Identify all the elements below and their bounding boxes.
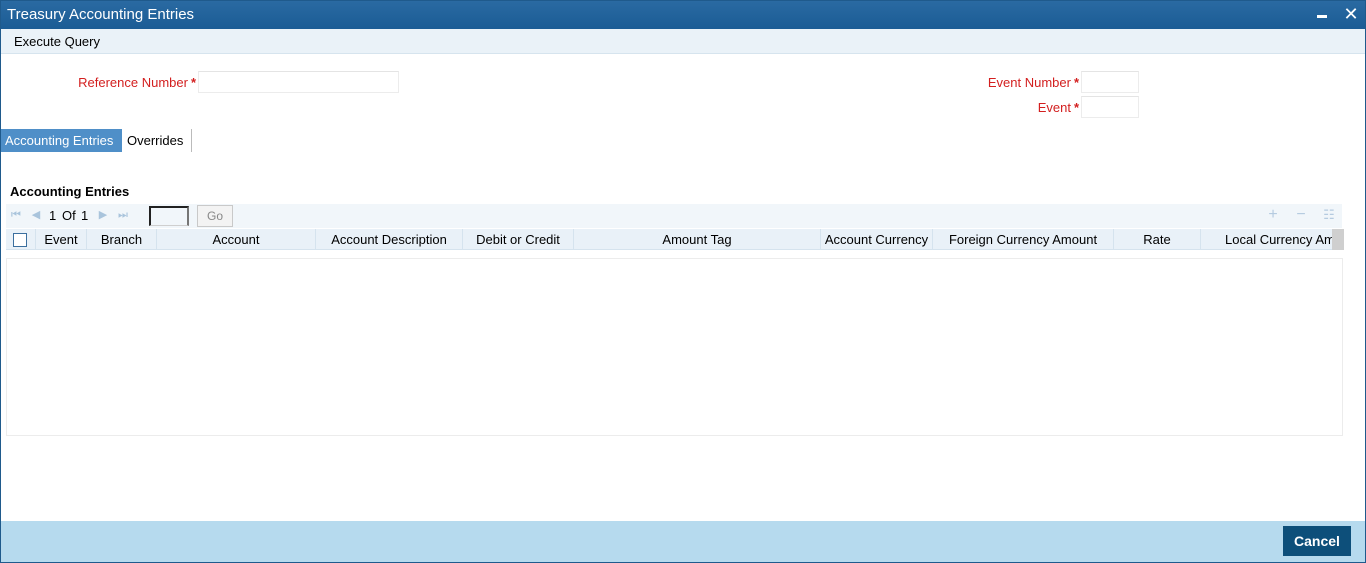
footer-bar: Cancel (1, 521, 1365, 562)
required-marker: * (190, 75, 196, 90)
column-header-account-currency[interactable]: Account Currency (821, 229, 933, 249)
event-label-text: Event (1037, 100, 1071, 115)
column-header-local-currency-amount[interactable]: Local Currency Amount (1213, 229, 1337, 249)
select-all-cell (6, 229, 36, 249)
delete-row-icon[interactable]: − (1293, 207, 1309, 223)
single-view-icon[interactable]: ☷ (1321, 207, 1337, 223)
header-scrollbar-stub[interactable] (1332, 229, 1344, 250)
column-header-branch[interactable]: Branch (87, 229, 157, 249)
reference-number-label: Reference Number * (21, 75, 196, 90)
last-page-icon[interactable]: ⏭ (117, 209, 129, 221)
pager-of-label: Of (62, 208, 76, 223)
required-marker: * (1073, 75, 1079, 90)
page-number-input[interactable] (149, 206, 189, 226)
cancel-button[interactable]: Cancel (1283, 526, 1351, 556)
execute-query-menu-item[interactable]: Execute Query (14, 34, 100, 49)
column-header-amount-tag[interactable]: Amount Tag (574, 229, 821, 249)
close-icon[interactable]: ✕ (1342, 5, 1360, 23)
event-number-label-text: Event Number (987, 75, 1071, 90)
column-header-account-description[interactable]: Account Description (316, 229, 463, 249)
grid-body (6, 258, 1343, 436)
reference-number-input[interactable] (198, 71, 399, 93)
current-page: 1 (49, 208, 57, 223)
column-header-foreign-currency-amount[interactable]: Foreign Currency Amount (933, 229, 1114, 249)
title-bar: Treasury Accounting Entries ✕ (1, 1, 1365, 29)
event-label: Event * (981, 100, 1079, 115)
accounting-entries-section-title: Accounting Entries (10, 184, 130, 199)
window-title: Treasury Accounting Entries (7, 6, 195, 23)
event-input[interactable] (1081, 96, 1139, 118)
column-header-account[interactable]: Account (157, 229, 316, 249)
first-page-icon[interactable]: ⏮ (10, 209, 22, 221)
column-header-rate[interactable]: Rate (1114, 229, 1201, 249)
tab-overrides[interactable]: Overrides (122, 129, 192, 152)
prev-page-icon[interactable]: ◀ (30, 209, 42, 221)
column-header-event[interactable]: Event (36, 229, 87, 249)
event-number-input[interactable] (1081, 71, 1139, 93)
column-header-debit-or-credit[interactable]: Debit or Credit (463, 229, 574, 249)
grid-toolbar: ⏮ ◀ 1 Of 1 ▶ ⏭ Go + − ☷ (6, 204, 1342, 228)
minimize-icon[interactable] (1314, 5, 1330, 23)
add-row-icon[interactable]: + (1265, 207, 1281, 223)
reference-number-label-text: Reference Number (78, 75, 188, 90)
treasury-accounting-entries-window: Treasury Accounting Entries ✕ Execute Qu… (0, 0, 1366, 563)
event-number-label: Event Number * (931, 75, 1079, 90)
menu-bar: Execute Query (1, 29, 1365, 54)
select-all-checkbox[interactable] (13, 233, 27, 247)
next-page-icon[interactable]: ▶ (97, 209, 109, 221)
tab-accounting-entries[interactable]: Accounting Entries (1, 129, 122, 152)
required-marker: * (1073, 100, 1079, 115)
total-pages: 1 (81, 208, 89, 223)
grid-header: Event Branch Account Account Description… (6, 229, 1337, 250)
go-button[interactable]: Go (197, 205, 233, 227)
